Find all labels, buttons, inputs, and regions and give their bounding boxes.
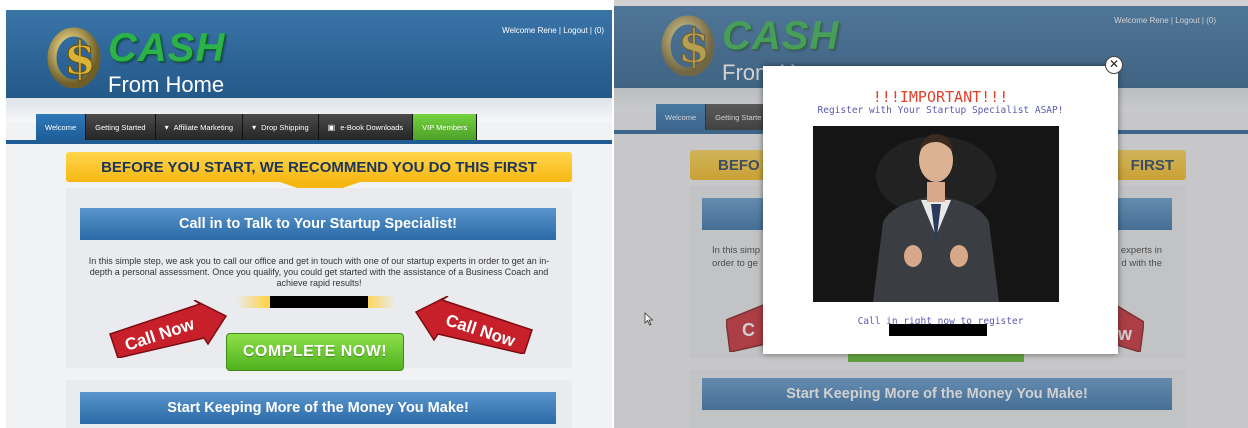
section-title-keep-money: Start Keeping More of the Money You Make… bbox=[80, 392, 556, 424]
redacted-phone-number bbox=[270, 296, 368, 308]
coin-dollar-symbol: $ bbox=[64, 31, 96, 85]
right-screenshot: $ CASH From Home Welcome Rene | Logout |… bbox=[614, 0, 1248, 428]
tab-vip-members[interactable]: VIP Members bbox=[413, 114, 478, 140]
section-description: In this simple step, we ask you to call … bbox=[88, 256, 550, 288]
tab-getting-started[interactable]: Getting Started bbox=[86, 114, 156, 140]
cash-from-home-logo[interactable]: $ CASH From Home bbox=[46, 24, 266, 97]
recommend-banner: BEFORE YOU START, WE RECOMMEND YOU DO TH… bbox=[66, 152, 572, 182]
mouse-cursor-icon bbox=[644, 312, 654, 326]
dropdown-arrow-icon: ▾ bbox=[164, 122, 169, 132]
tab-label: Affiliate Marketing bbox=[173, 122, 234, 132]
screenshot-stage: $ CASH From Home Welcome Rene | Logout |… bbox=[0, 0, 1248, 428]
nav-underline bbox=[6, 140, 612, 144]
tab-label: Welcome bbox=[45, 122, 77, 132]
logo-from-home-text: From Home bbox=[108, 72, 225, 97]
tab-label: e-Book Downloads bbox=[340, 122, 404, 132]
tab-affiliate-marketing[interactable]: ▾ Affiliate Marketing bbox=[155, 114, 244, 140]
presenter-figure bbox=[813, 126, 1059, 302]
call-now-arrow-left[interactable]: Call Now bbox=[108, 300, 228, 358]
tab-label: VIP Members bbox=[422, 122, 468, 132]
specialist-video[interactable] bbox=[813, 126, 1059, 302]
call-now-arrow-right[interactable]: Call Now bbox=[414, 296, 534, 354]
dropdown-arrow-icon: ▾ bbox=[252, 122, 257, 132]
modal-title: !!!IMPORTANT!!! bbox=[872, 88, 1009, 106]
tab-label: Getting Started bbox=[95, 122, 146, 132]
section-title-call-in: Call in to Talk to Your Startup Speciali… bbox=[80, 208, 556, 240]
redacted-phone-number bbox=[889, 324, 987, 336]
left-screenshot: $ CASH From Home Welcome Rene | Logout |… bbox=[0, 0, 612, 428]
site-header: $ CASH From Home Welcome Rene | Logout |… bbox=[6, 10, 612, 98]
welcome-links[interactable]: Welcome Rene | Logout | (0) bbox=[502, 26, 604, 35]
main-nav: Welcome Getting Started ▾ Affiliate Marke… bbox=[36, 114, 478, 140]
complete-now-button[interactable]: COMPLETE NOW! bbox=[226, 333, 404, 371]
tab-ebook-downloads[interactable]: ▣ e-Book Downloads bbox=[318, 114, 414, 140]
tab-welcome[interactable]: Welcome bbox=[36, 114, 87, 140]
important-modal: !!!IMPORTANT!!! Register with Your Start… bbox=[763, 66, 1118, 354]
modal-subtitle: Register with Your Startup Specialist AS… bbox=[817, 105, 1064, 116]
logo-cash-text: CASH bbox=[108, 26, 226, 70]
tab-label: Drop Shipping bbox=[261, 122, 309, 132]
dollar-coin-icon: $ bbox=[47, 27, 101, 88]
close-icon[interactable]: ✕ bbox=[1105, 56, 1123, 74]
book-icon: ▣ bbox=[327, 122, 336, 132]
tab-drop-shipping[interactable]: ▾ Drop Shipping bbox=[243, 114, 319, 140]
